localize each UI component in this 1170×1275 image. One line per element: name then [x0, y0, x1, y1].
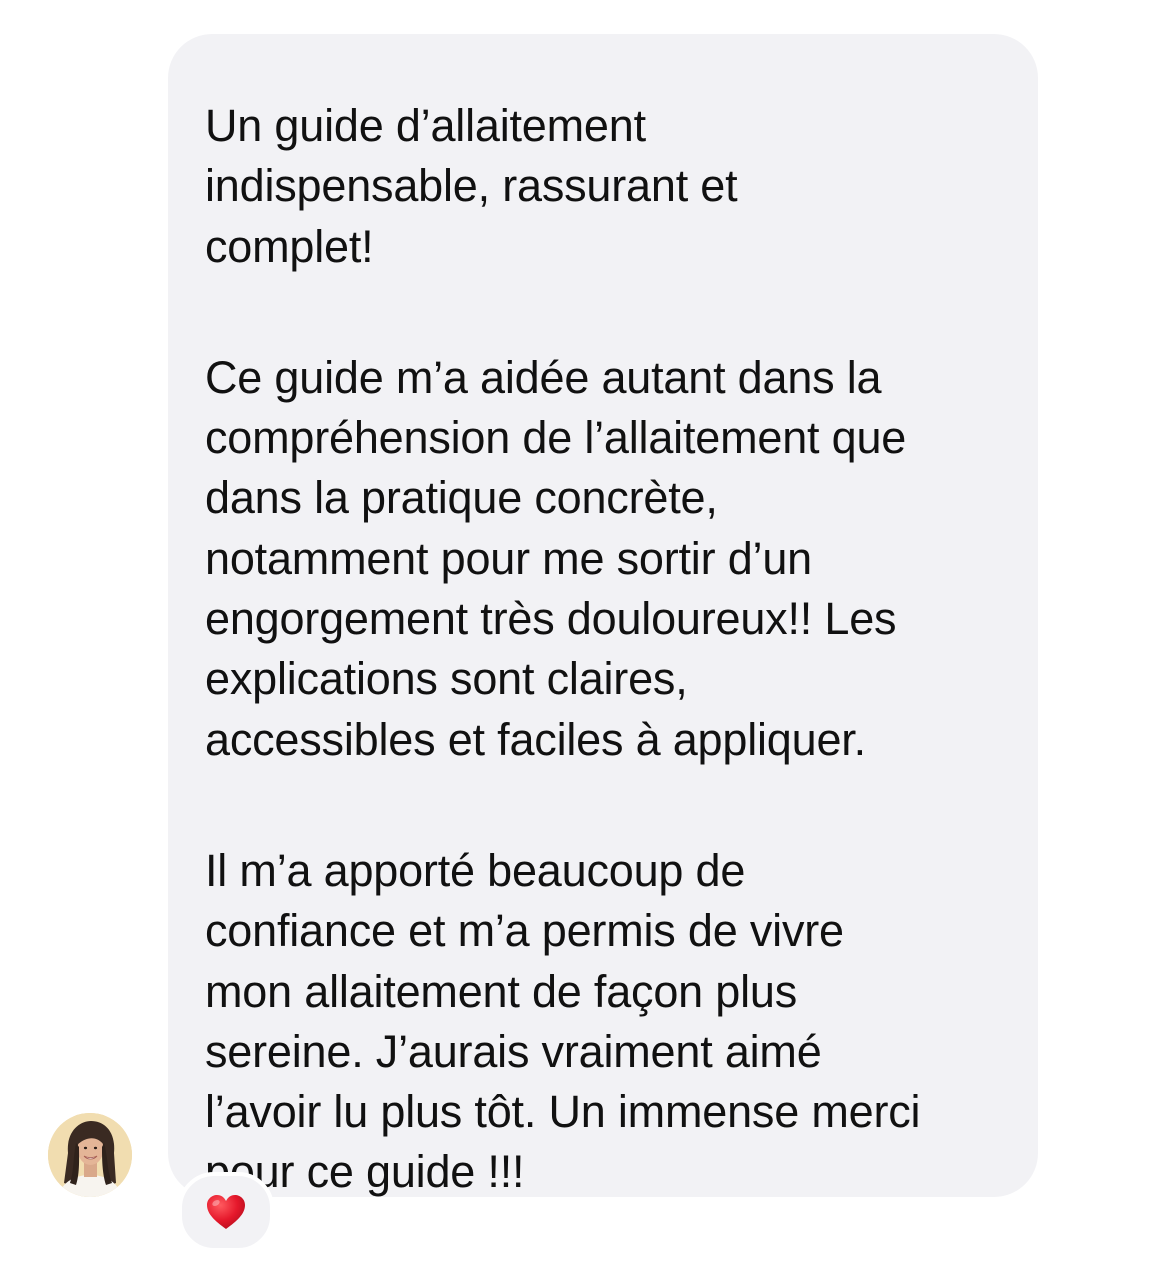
message-paragraph-2: Ce guide m’a aidée autant dans la compré… [205, 351, 907, 765]
message-paragraph-3: Il m’a apporté beaucoup de confiance et … [205, 844, 921, 1198]
red-heart-icon [207, 1195, 245, 1229]
message-paragraph-1: Un guide d’allaitement indispensable, ra… [205, 100, 738, 272]
message-bubble[interactable]: Un guide d’allaitement indispensable, ra… [168, 34, 1038, 1197]
avatar-photo-icon [48, 1113, 132, 1197]
sender-avatar[interactable] [48, 1113, 132, 1197]
heart-reaction[interactable] [178, 1172, 274, 1252]
